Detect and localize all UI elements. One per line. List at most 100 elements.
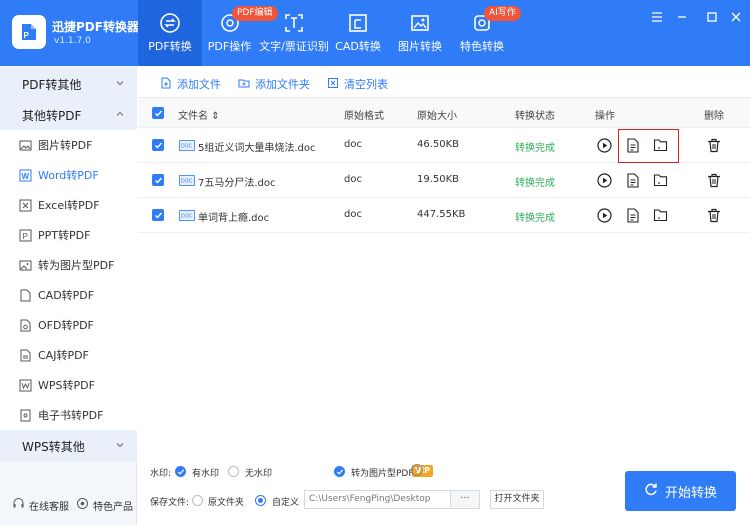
select-all-checkbox[interactable]	[152, 107, 164, 119]
column-header-name[interactable]: 文件名 ⇕	[178, 107, 220, 122]
no-watermark-radio[interactable]	[228, 466, 239, 477]
refresh-icon	[644, 482, 658, 500]
online-service-label: 在线客服	[29, 501, 69, 513]
tab-cad[interactable]: CAD转换	[333, 0, 383, 66]
tab-image[interactable]: 图片转换	[395, 0, 445, 66]
original-folder-label: 原文件夹	[208, 498, 245, 508]
chevron-up-icon	[115, 108, 125, 122]
play-icon[interactable]	[596, 172, 612, 188]
add-folder-icon	[238, 77, 250, 92]
browse-button[interactable]: ···	[451, 490, 480, 509]
file-format: doc	[344, 139, 362, 150]
online-service-link[interactable]: 在线客服	[12, 497, 69, 513]
start-convert-button[interactable]: 开始转换	[625, 471, 736, 511]
ai-writing-badge[interactable]: AI写作	[484, 6, 521, 21]
with-watermark-label: 有水印	[192, 469, 220, 479]
tab-label: 图片转换	[398, 40, 442, 53]
doc-file-icon: DOC	[179, 210, 195, 221]
sidebar-group-pdf-to-other[interactable]: PDF转其他	[0, 68, 137, 100]
delete-icon[interactable]	[706, 137, 722, 153]
sidebar-item-excel-to-pdf[interactable]: Excel转PDF	[0, 190, 137, 220]
clear-list-label: 清空列表	[344, 78, 388, 91]
sidebar-item-label: OFD转PDF	[38, 319, 94, 332]
sidebar-item-ebook-to-pdf[interactable]: 电子书转PDF	[0, 400, 137, 430]
tab-pdf-convert[interactable]: PDF转换	[138, 0, 202, 66]
row-checkbox[interactable]	[152, 209, 164, 221]
cad-icon	[18, 288, 32, 302]
column-header-action: 操作	[595, 111, 615, 122]
sidebar-item-ofd-to-pdf[interactable]: OFD转PDF	[0, 310, 137, 340]
minimize-icon[interactable]	[673, 8, 691, 26]
save-path-input[interactable]: C:\Users\FengPing\Desktop	[304, 490, 451, 509]
sidebar-item-wps-to-pdf[interactable]: WPS转PDF	[0, 370, 137, 400]
sidebar-item-caj-to-pdf[interactable]: CAJ转PDF	[0, 340, 137, 370]
custom-folder-radio[interactable]	[255, 495, 266, 506]
row-checkbox[interactable]	[152, 139, 164, 151]
sidebar-item-image-to-pdf[interactable]: 图片转PDF	[0, 130, 137, 160]
close-icon[interactable]	[727, 8, 745, 26]
word-icon: W	[18, 168, 32, 182]
tab-label: PDF操作	[207, 40, 252, 53]
sidebar-item-word-to-pdf[interactable]: W Word转PDF	[0, 160, 137, 190]
featured-products-label: 特色产品	[93, 501, 133, 513]
ebook-icon	[18, 408, 32, 422]
sidebar-group-other-to-pdf[interactable]: 其他转PDF	[0, 99, 137, 131]
column-header-format: 原始格式	[344, 111, 384, 122]
add-file-button[interactable]: 添加文件	[160, 76, 221, 92]
image-pdf-icon	[18, 258, 32, 272]
open-folder-icon[interactable]	[652, 172, 668, 188]
no-watermark-label: 无水印	[245, 469, 273, 479]
watermark-label: 水印:	[150, 469, 172, 479]
tab-ocr[interactable]: 文字/票证识别	[259, 0, 329, 66]
file-format: doc	[344, 209, 362, 220]
view-document-icon[interactable]	[625, 207, 641, 223]
sidebar-item-label: CAJ转PDF	[38, 349, 89, 362]
sidebar-item-to-image-pdf[interactable]: 转为图片型PDF	[0, 250, 137, 280]
featured-products-link[interactable]: 特色产品	[76, 497, 133, 513]
original-folder-radio[interactable]	[192, 495, 203, 506]
view-document-icon[interactable]	[625, 172, 641, 188]
chevron-down-icon	[115, 77, 125, 91]
table-header: 文件名 ⇕ 原始格式 原始大小 转换状态 操作 删除	[138, 98, 750, 128]
title-bar: P 迅捷PDF转换器 v1.1.7.0 PDF转换 PDF操作 PDF编辑 文字…	[0, 0, 750, 66]
file-size: 447.55KB	[417, 209, 466, 220]
svg-text:DOC: DOC	[181, 179, 193, 185]
play-icon[interactable]	[596, 207, 612, 223]
image-icon	[18, 138, 32, 152]
tab-label: 文字/票证识别	[259, 40, 329, 53]
open-folder-icon[interactable]	[652, 207, 668, 223]
help-icon[interactable]: ?	[411, 464, 423, 476]
group-label: PDF转其他	[22, 77, 82, 92]
sort-icon: ⇕	[211, 111, 220, 122]
add-folder-label: 添加文件夹	[255, 78, 310, 91]
save-file-label: 保存文件:	[150, 498, 190, 508]
clear-list-button[interactable]: 清空列表	[327, 76, 388, 92]
status-text: 转换完成	[515, 178, 555, 189]
column-header-delete: 删除	[704, 111, 724, 122]
delete-icon[interactable]	[706, 207, 722, 223]
add-file-icon	[160, 77, 172, 92]
with-watermark-radio[interactable]	[175, 466, 186, 477]
group-label: WPS转其他	[22, 439, 85, 454]
sidebar-item-ppt-to-pdf[interactable]: P PPT转PDF	[0, 220, 137, 250]
open-folder-button[interactable]: 打开文件夹	[490, 490, 544, 509]
to-image-pdf-checkbox[interactable]	[334, 466, 345, 477]
sidebar-item-label: PPT转PDF	[38, 229, 91, 242]
menu-icon[interactable]	[648, 8, 666, 26]
sidebar-item-cad-to-pdf[interactable]: CAD转PDF	[0, 280, 137, 310]
ofd-icon	[18, 318, 32, 332]
row-checkbox[interactable]	[152, 174, 164, 186]
app-version: v1.1.7.0	[54, 36, 91, 46]
sidebar-item-label: 电子书转PDF	[38, 409, 104, 422]
status-text: 转换完成	[515, 213, 555, 224]
toolbar: 添加文件 添加文件夹 清空列表	[138, 66, 750, 98]
sidebar-group-wps-to-other[interactable]: WPS转其他	[0, 430, 137, 462]
file-name: 7五马分尸法.doc	[198, 178, 276, 189]
file-size: 19.50KB	[417, 174, 460, 185]
sidebar-item-label: WPS转PDF	[38, 379, 95, 392]
delete-icon[interactable]	[706, 172, 722, 188]
play-icon[interactable]	[596, 137, 612, 153]
add-folder-button[interactable]: 添加文件夹	[238, 76, 310, 92]
maximize-icon[interactable]	[703, 8, 721, 26]
doc-file-icon: DOC	[179, 140, 195, 151]
